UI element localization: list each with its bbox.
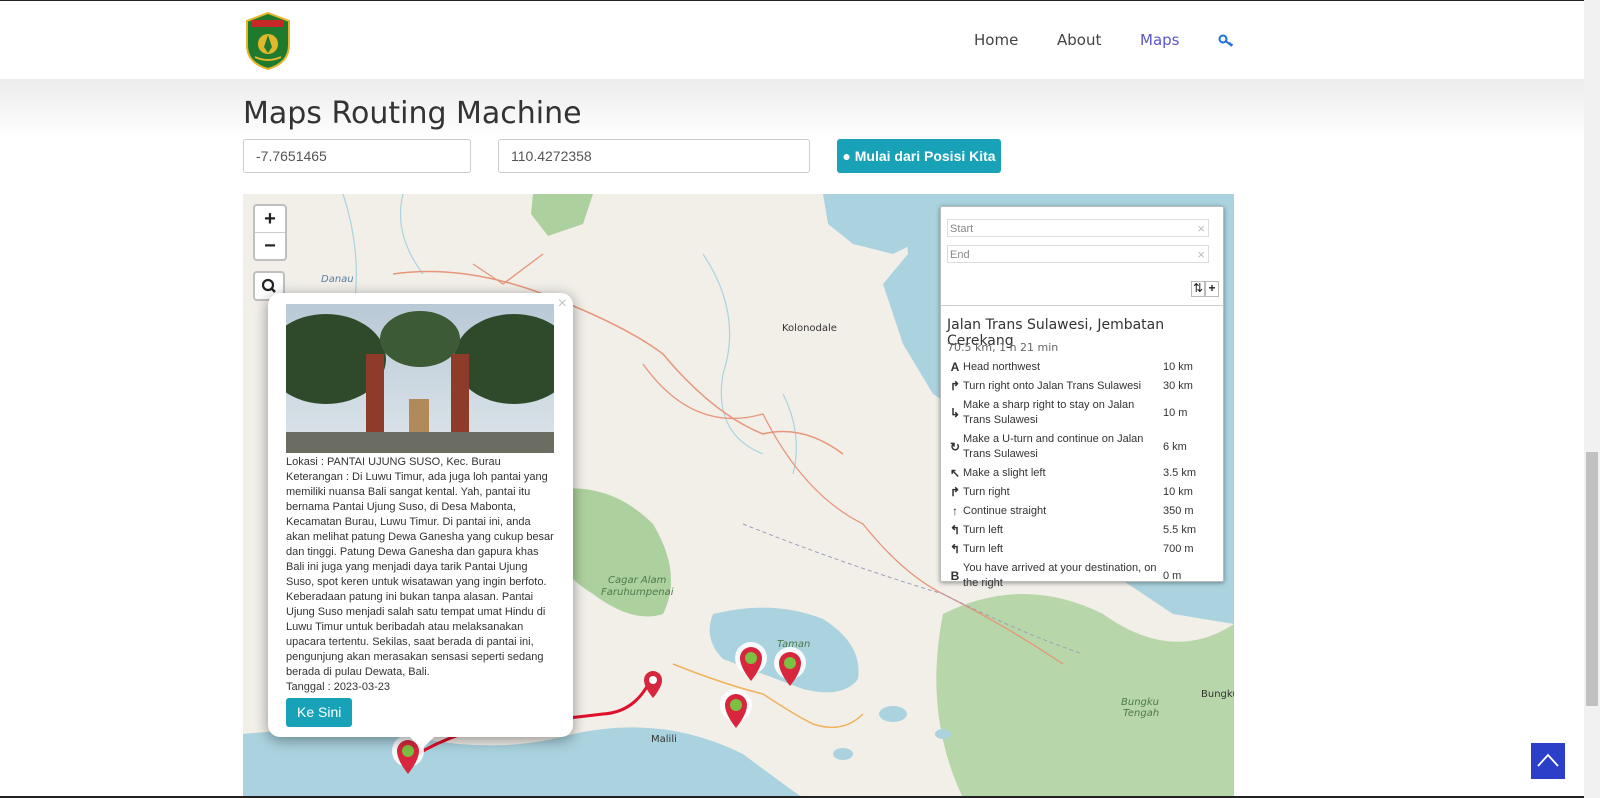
instruction-distance: 10 m <box>1163 406 1188 419</box>
location-popup: × Lokasi : PANTAI UJUNG SUSO, Kec. Burau… <box>268 293 573 749</box>
longitude-input[interactable]: 110.4272358 <box>498 139 810 173</box>
reverse-waypoints-button[interactable]: ⇅ <box>1191 281 1205 297</box>
depart-icon: A <box>950 360 960 374</box>
map-label-cagar-alam: Cagar Alam <box>608 575 667 586</box>
popup-date: Tanggal : 2023-03-23 <box>286 681 390 693</box>
map-label-bungku: Bungku <box>1201 689 1234 700</box>
map-label-danau: Danau <box>321 274 354 285</box>
popup-close-button[interactable]: × <box>558 295 567 313</box>
zoom-out-button[interactable]: − <box>255 232 285 259</box>
arrive-icon: B <box>950 568 960 583</box>
popup-description: Keterangan : Di Luwu Timur, ada juga loh… <box>286 471 554 678</box>
sharp-right-icon: ↳ <box>949 405 961 420</box>
instruction-text: Continue straight <box>963 505 1047 517</box>
go-here-button[interactable]: Ke Sini <box>286 698 353 727</box>
instruction-distance: 3.5 km <box>1163 467 1197 479</box>
instruction-text: Turn left <box>963 543 1003 555</box>
zoom-control: + − <box>253 204 287 261</box>
turn-right-icon: ↱ <box>949 379 961 393</box>
page-scrollbar-thumb[interactable] <box>1586 452 1598 706</box>
route-instructions: A Head northwest 10 km ↱ Turn right onto Ja… <box>947 358 1211 593</box>
map-label-kolonodale: Kolonodale <box>782 323 837 334</box>
route-summary: 70.5 km, 1 h 21 min <box>947 341 1059 354</box>
instruction-distance: 5.5 km <box>1163 524 1197 536</box>
map-marker-icon[interactable] <box>719 688 753 732</box>
end-placeholder: End <box>950 249 970 261</box>
instruction-row[interactable]: ↱ Turn right onto Jalan Trans Sulawesi 30 … <box>947 377 1211 396</box>
route-waypoint-marker-icon[interactable] <box>641 668 665 700</box>
navbar: Home About Maps <box>0 1 1584 79</box>
map-marker-icon: ● <box>842 148 851 164</box>
start-from-location-label: Mulai dari Posisi Kita <box>854 148 996 164</box>
start-from-location-button[interactable]: ● Mulai dari Posisi Kita <box>837 139 1001 173</box>
instruction-row[interactable]: ↰ Turn left 5.5 km <box>947 521 1211 540</box>
turn-left-icon: ↰ <box>949 523 961 537</box>
instruction-text: Turn right <box>963 486 1010 498</box>
instruction-row[interactable]: ↑ Continue straight 350 m <box>947 502 1211 521</box>
start-waypoint-input[interactable]: Start × <box>947 219 1209 237</box>
slight-left-icon: ↖ <box>949 466 961 480</box>
latitude-input[interactable]: -7.7651465 <box>243 139 471 173</box>
instruction-distance: 350 m <box>1163 505 1194 517</box>
map-label-bungku-tengah-2: Tengah <box>1123 708 1160 719</box>
turn-left-icon: ↰ <box>949 542 961 556</box>
instruction-row[interactable]: ↰ Turn left 700 m <box>947 540 1211 559</box>
map[interactable]: + − Danau Kolonodale Cagar Alam Faruhump… <box>243 194 1234 798</box>
clear-end-button[interactable]: × <box>1197 246 1205 264</box>
instruction-text: Head northwest <box>963 361 1041 373</box>
map-label-faruhumpenai: Faruhumpenai <box>601 587 674 598</box>
instruction-text: You have arrived at your destination, on… <box>963 562 1157 589</box>
instruction-row[interactable]: ↖ Make a slight left 3.5 km <box>947 464 1211 483</box>
start-placeholder: Start <box>950 223 974 235</box>
popup-tip <box>408 735 436 749</box>
instruction-text: Turn left <box>963 524 1003 536</box>
instruction-distance: 0 m <box>1163 569 1182 582</box>
popup-location: Lokasi : PANTAI UJUNG SUSO, Kec. Burau <box>286 456 501 468</box>
luwu-timur-emblem-logo[interactable] <box>243 11 293 71</box>
nav-maps[interactable]: Maps <box>1140 31 1179 49</box>
nav-home[interactable]: Home <box>974 31 1018 49</box>
header-shade <box>0 79 1584 139</box>
back-to-top-button[interactable] <box>1531 743 1565 779</box>
end-waypoint-input[interactable]: End × <box>947 245 1209 263</box>
turn-right-icon: ↱ <box>949 485 961 499</box>
straight-icon: ↑ <box>952 504 958 518</box>
key-icon[interactable] <box>1218 33 1234 49</box>
routing-divider <box>941 305 1223 306</box>
zoom-in-button[interactable]: + <box>255 206 285 232</box>
instruction-row[interactable]: ↳ Make a sharp right to stay on Jalan Tra… <box>947 396 1211 430</box>
u-turn-icon: ↻ <box>949 439 961 454</box>
map-label-malili: Malili <box>651 734 677 745</box>
instruction-row[interactable]: A Head northwest 10 km <box>947 358 1211 377</box>
add-waypoint-button[interactable]: + <box>1205 281 1219 297</box>
routing-panel: Start × End × ⇅ + Jalan Trans Sulawesi, … <box>940 206 1224 589</box>
instruction-distance: 6 km <box>1163 440 1187 453</box>
map-label-bungku-tengah-1: Bungku <box>1121 697 1160 708</box>
page-title: Maps Routing Machine <box>243 96 582 131</box>
chevron-up-icon <box>1537 753 1559 767</box>
instruction-text: Make a slight left <box>963 467 1046 479</box>
instruction-text: Make a U-turn and continue on Jalan Tran… <box>963 433 1144 460</box>
instruction-row[interactable]: ↻ Make a U-turn and continue on Jalan Tra… <box>947 430 1211 464</box>
location-photo <box>286 304 554 453</box>
nav-about[interactable]: About <box>1057 31 1101 49</box>
instruction-text: Turn right onto Jalan Trans Sulawesi <box>963 380 1142 392</box>
popup-content: Lokasi : PANTAI UJUNG SUSO, Kec. Burau K… <box>286 455 554 727</box>
instruction-text: Make a sharp right to stay on Jalan Tran… <box>963 399 1135 426</box>
clear-start-button[interactable]: × <box>1197 220 1205 238</box>
instruction-distance: 30 km <box>1163 380 1193 392</box>
instruction-distance: 10 km <box>1163 361 1193 373</box>
instruction-row[interactable]: B You have arrived at your destination, o… <box>947 559 1211 593</box>
instruction-row[interactable]: ↱ Turn right 10 km <box>947 483 1211 502</box>
map-marker-icon[interactable] <box>773 646 807 690</box>
instruction-distance: 10 km <box>1163 486 1193 498</box>
instruction-distance: 700 m <box>1163 543 1194 555</box>
map-marker-icon[interactable] <box>734 641 768 685</box>
